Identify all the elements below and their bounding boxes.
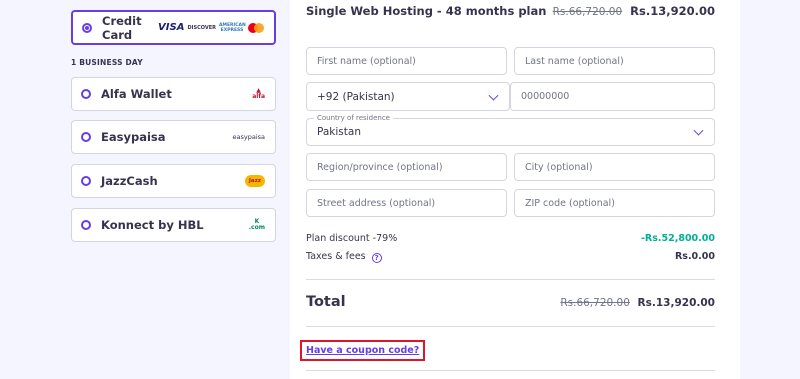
total-old-price: Rs.66,720.00 — [560, 297, 630, 309]
radio-selected-icon — [82, 22, 92, 33]
payment-methods-panel: Credit Card VISA DISCOVER AMERICAN EXPRE… — [0, 0, 290, 379]
jazzcash-logo: Jazz — [244, 175, 265, 187]
payment-option-label: JazzCash — [101, 174, 158, 188]
alfa-logo: ▲ alfa — [252, 87, 265, 100]
discount-label: Plan discount -79% — [306, 233, 398, 244]
country-value: Pakistan — [317, 126, 361, 138]
taxes-label: Taxes & fees — [306, 251, 366, 262]
region-placeholder: Region/province (optional) — [317, 161, 443, 173]
phone-number-field[interactable]: 00000000 — [510, 82, 715, 111]
first-name-field[interactable]: First name (optional) — [306, 47, 507, 75]
city-placeholder: City (optional) — [525, 161, 593, 173]
taxes-value: Rs.0.00 — [674, 251, 715, 262]
radio-icon — [81, 220, 91, 230]
phone-number-placeholder: 00000000 — [521, 91, 570, 102]
divider — [306, 279, 715, 280]
payment-option-label: Easypaisa — [101, 130, 166, 144]
payment-option-label: Konnect by HBL — [101, 218, 204, 232]
phone-country-value: +92 (Pakistan) — [317, 90, 395, 103]
payment-option-credit-card[interactable]: Credit Card VISA DISCOVER AMERICAN EXPRE… — [71, 10, 276, 45]
divider — [306, 370, 715, 371]
city-field[interactable]: City (optional) — [514, 153, 715, 181]
last-name-placeholder: Last name (optional) — [525, 55, 624, 67]
total-current-price: Rs.13,920.00 — [637, 297, 715, 309]
zip-code-placeholder: ZIP code (optional) — [525, 197, 615, 209]
payment-option-jazzcash[interactable]: JazzCash Jazz — [71, 164, 276, 198]
delivery-time-label: 1 BUSINESS DAY — [71, 58, 143, 67]
first-name-placeholder: First name (optional) — [317, 55, 416, 67]
street-address-field[interactable]: Street address (optional) — [306, 189, 507, 217]
total-price: Rs.66,720.00 Rs.13,920.00 — [560, 297, 715, 309]
taxes-row-label: Taxes & fees? — [306, 251, 382, 263]
radio-icon — [81, 176, 91, 186]
help-icon[interactable]: ? — [371, 253, 382, 263]
chevron-down-icon — [488, 90, 499, 101]
easypaisa-logo: easypaisa — [232, 133, 266, 141]
last-name-field[interactable]: Last name (optional) — [514, 47, 715, 75]
payment-option-alfa-wallet[interactable]: Alfa Wallet ▲ alfa — [71, 77, 276, 111]
discount-value: -Rs.52,800.00 — [640, 233, 715, 244]
mastercard-logo — [248, 22, 264, 33]
card-brand-logos: VISA DISCOVER AMERICAN EXPRESS — [158, 22, 264, 33]
plan-title: Single Web Hosting - 48 months plan — [306, 4, 547, 18]
payment-option-label: Alfa Wallet — [101, 87, 172, 101]
phone-country-select[interactable]: +92 (Pakistan) — [306, 82, 510, 111]
discover-logo: DISCOVER — [187, 24, 216, 31]
amex-logo: AMERICAN EXPRESS — [219, 22, 246, 33]
visa-logo: VISA — [158, 22, 185, 33]
coupon-code-link[interactable]: Have a coupon code? — [300, 340, 426, 361]
radio-icon — [81, 89, 91, 99]
payment-option-easypaisa[interactable]: Easypaisa easypaisa — [71, 120, 276, 154]
payment-option-label: Credit Card — [102, 13, 142, 42]
zip-code-field[interactable]: ZIP code (optional) — [514, 189, 715, 217]
divider — [306, 326, 715, 327]
plan-old-price: Rs.66,720.00 — [552, 6, 623, 18]
country-floating-label: Country of residence — [314, 114, 393, 122]
region-field[interactable]: Region/province (optional) — [306, 153, 507, 181]
country-select[interactable]: Country of residence Pakistan — [306, 114, 715, 146]
plan-price: Rs.66,720.00 Rs.13,920.00 — [553, 4, 715, 18]
radio-icon — [81, 132, 91, 142]
total-label: Total — [306, 294, 346, 310]
plan-current-price: Rs.13,920.00 — [630, 4, 715, 18]
street-address-placeholder: Street address (optional) — [317, 197, 436, 209]
checkout-panel: Single Web Hosting - 48 months plan Rs.6… — [290, 0, 740, 379]
payment-option-konnect[interactable]: Konnect by HBL K .com — [71, 208, 276, 242]
chevron-down-icon — [693, 125, 704, 136]
konnect-logo: K .com — [248, 218, 265, 231]
